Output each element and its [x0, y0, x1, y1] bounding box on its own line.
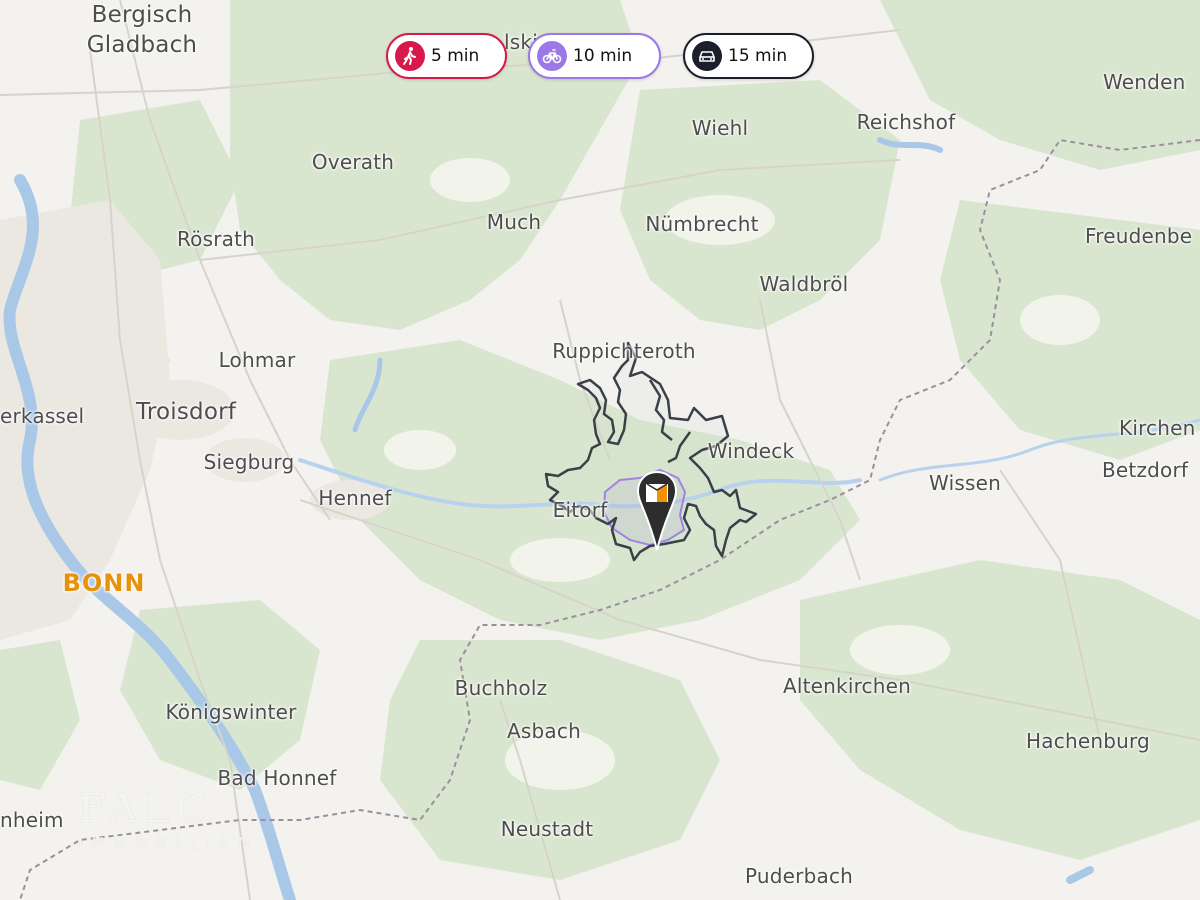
place-label-wiehl: Wiehl: [691, 116, 749, 140]
place-text: Bergisch Gladbach: [86, 2, 198, 58]
place-label-neustadt: Neustadt: [500, 817, 594, 841]
watermark: FALC IMMOBILIEN: [78, 786, 258, 852]
place-label-bonn: BONN: [62, 569, 146, 597]
place-label-altenkirchen: Altenkirchen: [782, 674, 912, 698]
place-label-buchholz: Buchholz: [454, 676, 548, 700]
place-label-freudenberg: Freudenbe: [1085, 224, 1193, 248]
place-label-ruppichteroth: Ruppichteroth: [552, 339, 696, 363]
bicycle-icon: [537, 41, 567, 71]
place-label-betzdorf: Betzdorf: [1102, 458, 1189, 482]
place-label-overath: Overath: [311, 150, 395, 174]
place-label-much: Much: [486, 210, 542, 234]
map-base-layer: [0, 0, 1200, 900]
place-label-bergisch-gladbach: Bergisch Gladbach: [87, 0, 197, 60]
place-label-bornheim: nheim: [0, 808, 64, 832]
place-label-kirchen: Kirchen: [1119, 416, 1196, 440]
watermark-subtitle: IMMOBILIEN: [78, 834, 259, 852]
property-location-pin-icon: [636, 470, 678, 551]
walking-person-icon: [395, 41, 425, 71]
place-label-waldbroel: Waldbröl: [759, 272, 849, 296]
place-label-koenigswinter: Königswinter: [165, 700, 297, 724]
property-marker[interactable]: [636, 470, 678, 556]
place-label-wissen: Wissen: [929, 471, 1001, 495]
walk-5-min-button[interactable]: 5 min: [386, 33, 507, 79]
place-label-hennef: Hennef: [318, 486, 392, 510]
place-label-lohmar: Lohmar: [218, 348, 296, 372]
place-label-reichshof: Reichshof: [856, 110, 956, 134]
bike-10-min-button[interactable]: 10 min: [528, 33, 661, 79]
car-duration-label: 15 min: [728, 46, 788, 66]
place-label-wenden: Wenden: [1103, 70, 1186, 94]
place-label-niederkassel: erkassel: [0, 404, 85, 428]
walk-duration-label: 5 min: [431, 46, 480, 66]
place-label-nuembrecht: Nümbrecht: [645, 212, 759, 236]
place-label-windeck: Windeck: [707, 439, 795, 463]
place-label-hachenburg: Hachenburg: [1026, 729, 1150, 753]
watermark-title: FALC: [78, 786, 213, 832]
place-label-eitorf: Eitorf: [552, 498, 608, 522]
car-icon: [692, 41, 722, 71]
place-label-puderbach: Puderbach: [744, 864, 854, 888]
bike-duration-label: 10 min: [573, 46, 633, 66]
place-label-asbach: Asbach: [507, 719, 581, 743]
car-15-min-button[interactable]: 15 min: [683, 33, 814, 79]
place-label-roesrath: Rösrath: [176, 227, 256, 251]
place-label-siegburg: Siegburg: [203, 450, 295, 474]
map-canvas[interactable]: Bergisch Gladbach lski Overath Much Nümb…: [0, 0, 1200, 900]
place-label-troisdorf: Troisdorf: [135, 399, 237, 425]
